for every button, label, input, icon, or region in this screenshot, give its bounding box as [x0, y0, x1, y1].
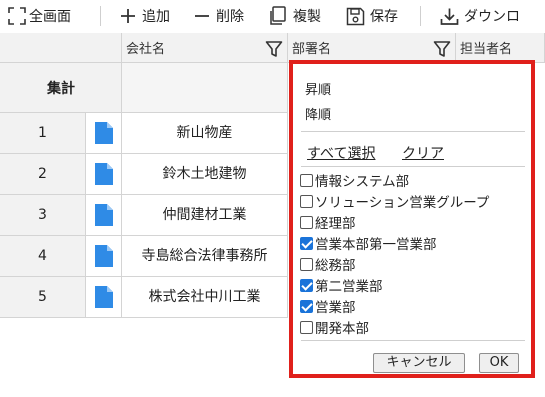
column-header-company[interactable]: 会社名 [122, 33, 288, 63]
summary-cell [122, 63, 288, 113]
cancel-button[interactable]: キャンセル [373, 353, 465, 373]
row-number: 3 [0, 195, 86, 236]
toolbar-divider [100, 6, 101, 26]
company-cell[interactable]: 株式会社中川工業 [122, 277, 288, 318]
toolbar-divider [420, 6, 421, 26]
option-label: 経理部 [315, 216, 356, 232]
add-button[interactable]: 追加 [119, 5, 170, 27]
option-label: 開発本部 [315, 321, 369, 337]
divider [301, 340, 525, 341]
option-checkbox[interactable] [300, 194, 313, 208]
document-icon [95, 204, 113, 226]
option-label: 総務部 [315, 258, 356, 274]
filter-option[interactable]: ソリューション営業グループ [300, 191, 489, 211]
document-icon [95, 245, 113, 267]
delete-label: 削除 [216, 9, 244, 25]
document-icon [95, 286, 113, 308]
company-cell[interactable]: 寺島総合法律事務所 [122, 236, 288, 277]
download-label: ダウンロ [464, 9, 520, 25]
option-label: ソリューション営業グループ [315, 195, 490, 211]
add-label: 追加 [142, 9, 170, 25]
row-detail-cell[interactable] [86, 113, 122, 154]
filter-option[interactable]: 総務部 [300, 254, 356, 274]
fullscreen-icon [8, 7, 26, 25]
company-cell[interactable]: 新山物産 [122, 113, 288, 154]
row-number: 4 [0, 236, 86, 277]
option-checkbox[interactable] [300, 320, 313, 334]
option-label: 営業部 [315, 300, 356, 316]
option-checkbox[interactable] [300, 278, 313, 292]
document-icon [95, 163, 113, 185]
column-header-label: 会社名 [126, 42, 166, 57]
toolbar: 全画面 追加 削除 複製 保存 ダウンロ [0, 0, 545, 32]
save-button[interactable]: 保存 [346, 5, 398, 27]
option-checkbox[interactable] [300, 299, 313, 313]
filter-option[interactable]: 営業部 [300, 296, 356, 316]
sort-descending[interactable]: 降順 [305, 104, 331, 123]
save-icon [346, 7, 365, 26]
save-label: 保存 [370, 9, 398, 25]
download-button[interactable]: ダウンロ [440, 5, 520, 27]
option-checkbox[interactable] [300, 215, 313, 229]
row-number: 1 [0, 113, 86, 154]
delete-button[interactable]: 削除 [193, 5, 244, 27]
option-checkbox[interactable] [300, 236, 313, 250]
company-cell[interactable]: 仲間建材工業 [122, 195, 288, 236]
option-checkbox[interactable] [300, 257, 313, 271]
column-header-label: 部署名 [292, 42, 332, 57]
fullscreen-label: 全画面 [29, 9, 71, 25]
column-header-department[interactable]: 部署名 [288, 33, 456, 63]
copy-icon [268, 6, 288, 26]
fullscreen-button[interactable]: 全画面 [8, 5, 71, 27]
divider [301, 131, 525, 132]
copy-button[interactable]: 複製 [268, 5, 321, 27]
select-all-link[interactable]: すべて選択 [307, 143, 375, 163]
copy-label: 複製 [293, 9, 321, 25]
summary-label: 集計 [47, 81, 75, 97]
download-icon [440, 7, 459, 26]
sort-ascending[interactable]: 昇順 [305, 79, 331, 98]
minus-icon [193, 7, 211, 25]
filter-option[interactable]: 開発本部 [300, 317, 369, 337]
option-label: 情報システム部 [315, 174, 410, 190]
row-number: 2 [0, 154, 86, 195]
document-icon [95, 122, 113, 144]
divider [301, 166, 525, 167]
header-corner [0, 33, 122, 63]
row-detail-cell[interactable] [86, 277, 122, 318]
filter-icon[interactable] [265, 40, 283, 62]
plus-icon [119, 7, 137, 25]
company-cell[interactable]: 鈴木土地建物 [122, 154, 288, 195]
filter-icon[interactable] [433, 40, 451, 62]
option-label: 第二営業部 [315, 279, 383, 295]
filter-option[interactable]: 経理部 [300, 212, 356, 232]
row-detail-cell[interactable] [86, 195, 122, 236]
summary-row-header: 集計 [0, 63, 122, 113]
filter-option[interactable]: 情報システム部 [300, 170, 409, 190]
option-checkbox[interactable] [300, 173, 313, 187]
ok-button[interactable]: OK [479, 353, 519, 373]
column-header-contact[interactable]: 担当者名 [456, 33, 545, 63]
filter-popup: 昇順 降順 すべて選択 クリア 情報システム部 ソリューション営業グループ 経理… [289, 60, 535, 378]
filter-option[interactable]: 営業本部第一営業部 [300, 233, 437, 253]
row-detail-cell[interactable] [86, 236, 122, 277]
column-header-label: 担当者名 [460, 42, 513, 57]
row-detail-cell[interactable] [86, 154, 122, 195]
option-label: 営業本部第一営業部 [315, 237, 437, 253]
row-number: 5 [0, 277, 86, 318]
clear-link[interactable]: クリア [402, 143, 444, 163]
filter-option[interactable]: 第二営業部 [300, 275, 383, 295]
